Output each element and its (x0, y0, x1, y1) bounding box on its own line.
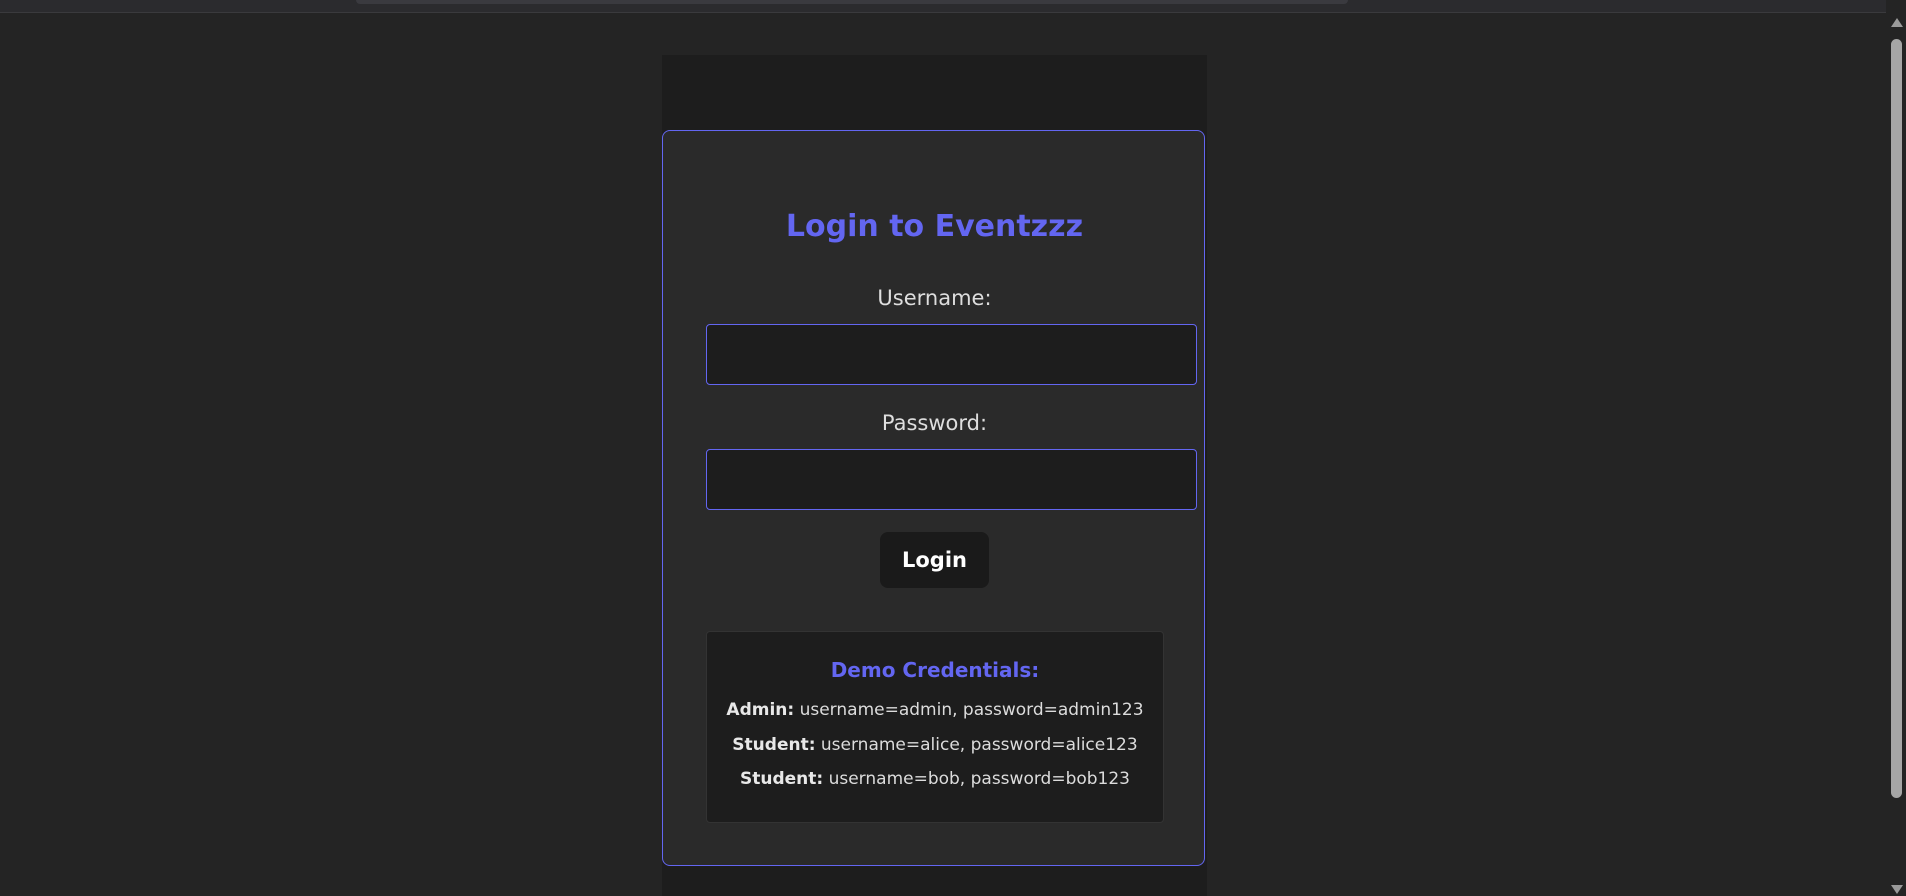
browser-tab-edge (356, 0, 1348, 4)
demo-credentials-title: Demo Credentials: (830, 658, 1040, 682)
scroll-up-arrow-icon[interactable] (1891, 18, 1903, 27)
demo-credentials-box: Demo Credentials: Admin: username=admin,… (706, 631, 1164, 823)
scroll-thumb[interactable] (1891, 39, 1902, 798)
username-label: Username: (877, 286, 992, 310)
login-title: Login to Eventzzz (785, 209, 1084, 244)
vertical-scrollbar[interactable] (1886, 12, 1906, 896)
login-card: Login to Eventzzz Username: Password: Lo… (662, 130, 1205, 866)
credential-role: Student: (732, 735, 816, 755)
credential-details: username=admin, password=admin123 (794, 700, 1144, 720)
username-input[interactable] (706, 324, 1197, 385)
credential-details: username=bob, password=bob123 (823, 769, 1131, 789)
credential-line: Student: username=alice, password=alice1… (707, 735, 1163, 755)
login-button[interactable]: Login (880, 532, 989, 588)
scroll-down-arrow-icon[interactable] (1891, 885, 1903, 894)
credential-role: Student: (739, 769, 824, 789)
browser-top-strip (0, 0, 1886, 13)
password-label: Password: (881, 411, 988, 435)
credential-line: Admin: username=admin, password=admin123 (707, 700, 1163, 720)
credential-line: Student: username=bob, password=bob123 (707, 769, 1163, 789)
password-input[interactable] (706, 449, 1197, 510)
credential-role: Admin: (726, 700, 795, 720)
credential-details: username=alice, password=alice123 (815, 735, 1138, 755)
